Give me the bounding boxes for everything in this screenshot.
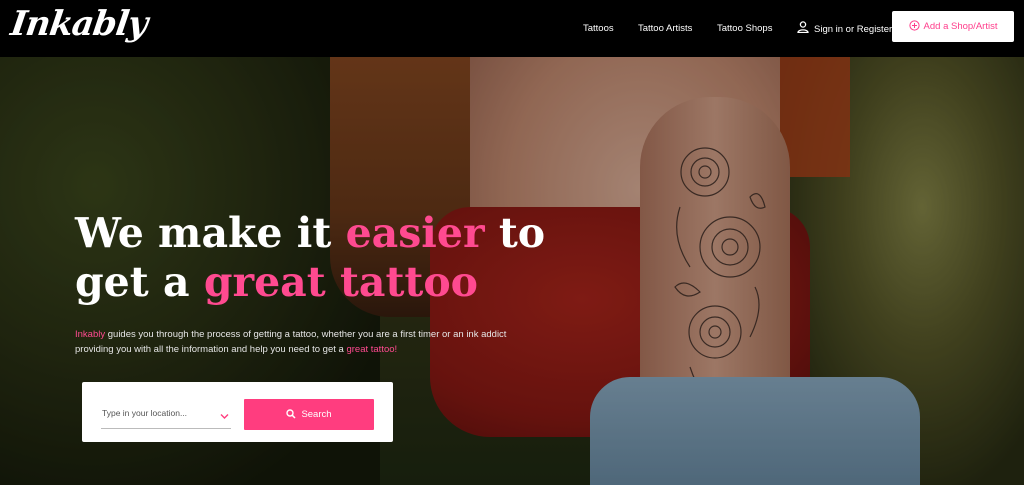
hero-subtext: Inkably guides you through the process o… <box>75 327 595 357</box>
nav-tattoo-shops[interactable]: Tattoo Shops <box>717 23 772 34</box>
headline-accent-easier: easier <box>345 209 485 257</box>
signin-link[interactable]: Sign in or Register <box>797 20 892 38</box>
location-placeholder: Type in your location... <box>102 408 188 418</box>
subtext-line1: guides you through the process of gettin… <box>105 329 507 340</box>
search-button[interactable]: Search <box>244 399 374 430</box>
chevron-down-icon <box>220 407 229 425</box>
search-card: Type in your location... Search <box>82 382 393 442</box>
add-shop-artist-button[interactable]: Add a Shop/Artist <box>892 11 1014 42</box>
signin-label: Sign in or Register <box>814 23 893 35</box>
subtext-line2: providing you with all the information a… <box>75 344 347 355</box>
headline-text: get a <box>75 258 204 306</box>
user-icon <box>797 20 809 38</box>
subtext-brand: Inkably <box>75 329 106 340</box>
nav-tattoo-artists[interactable]: Tattoo Artists <box>638 23 692 34</box>
hero-section: We make it easier to get a great tattoo … <box>0 57 1024 485</box>
subtext-accent: great tattoo! <box>346 344 398 355</box>
site-header: Inkably Tattoos Tattoo Artists Tattoo Sh… <box>0 0 1024 57</box>
search-button-label: Search <box>301 409 332 420</box>
headline-accent-great-tattoo: great tattoo <box>203 258 479 306</box>
headline-text: to <box>484 209 546 257</box>
plus-circle-icon <box>908 18 920 36</box>
search-icon <box>286 406 296 424</box>
logo[interactable]: Inkably <box>8 4 149 44</box>
nav-tattoos[interactable]: Tattoos <box>583 23 614 34</box>
location-select[interactable]: Type in your location... <box>101 401 231 429</box>
headline-text: We make it <box>75 209 346 257</box>
add-shop-artist-label: Add a Shop/Artist <box>923 21 998 32</box>
hero-headline: We make it easier to get a great tattoo <box>75 209 545 307</box>
